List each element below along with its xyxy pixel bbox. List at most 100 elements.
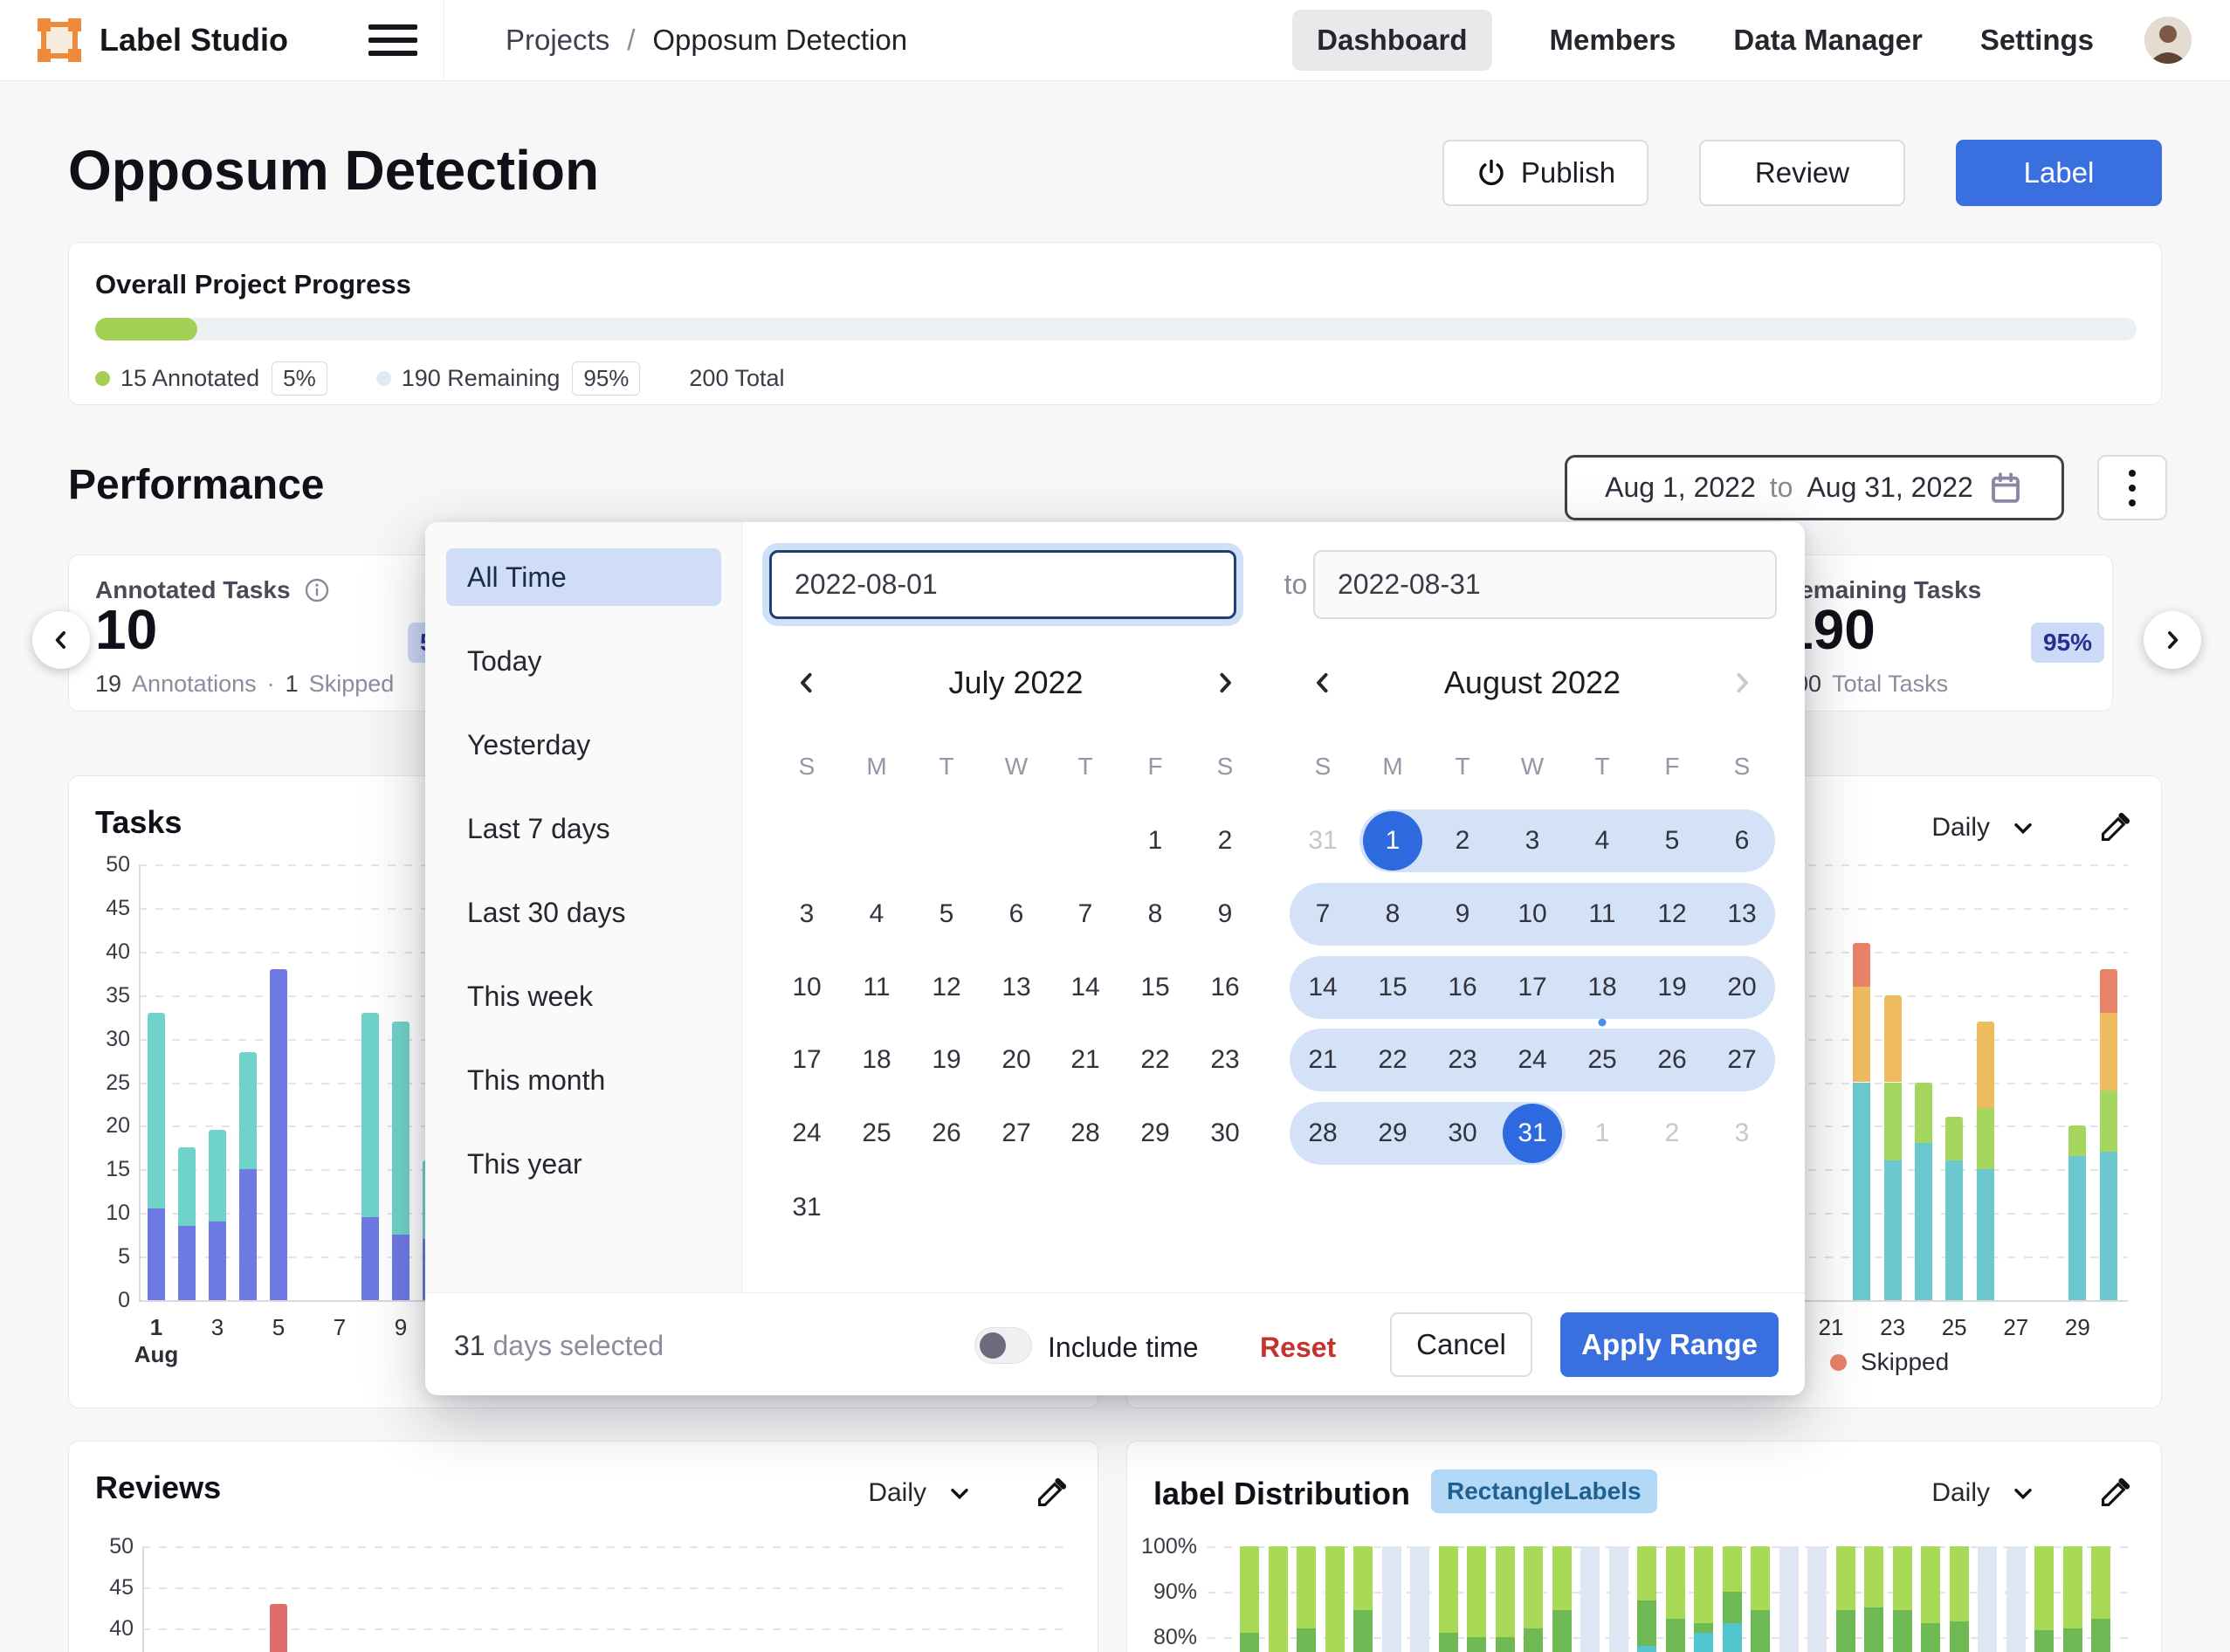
calendar-day-16[interactable]: 16 — [1190, 953, 1260, 1022]
carousel-next-button[interactable] — [2144, 611, 2201, 669]
calendar-day-27[interactable]: 27 — [981, 1098, 1051, 1168]
cancel-button[interactable]: Cancel — [1390, 1312, 1532, 1377]
calendar-day-22[interactable]: 22 — [1120, 1025, 1190, 1095]
calendar-day-12[interactable]: 12 — [1637, 879, 1707, 949]
calendar-day-3[interactable]: 3 — [1497, 806, 1567, 876]
calendar-day-28[interactable]: 28 — [1050, 1098, 1120, 1168]
calendar-day-2[interactable]: 2 — [1428, 806, 1497, 876]
nav-item-settings[interactable]: Settings — [1980, 24, 2094, 57]
calendar-day-2[interactable]: 2 — [1637, 1098, 1707, 1168]
calendar-day-2[interactable]: 2 — [1190, 806, 1260, 876]
calendar-day-23[interactable]: 23 — [1428, 1025, 1497, 1095]
calendar-day-30[interactable]: 30 — [1190, 1098, 1260, 1168]
calendar-day-28[interactable]: 28 — [1288, 1098, 1358, 1168]
calendar-day-25[interactable]: 25 — [842, 1098, 912, 1168]
calendar-day-15[interactable]: 15 — [1120, 953, 1190, 1022]
calendar-day-27[interactable]: 27 — [1707, 1025, 1777, 1095]
calendar-day-26[interactable]: 26 — [912, 1098, 981, 1168]
nav-item-data-manager[interactable]: Data Manager — [1733, 24, 1922, 57]
calendar-day-4[interactable]: 4 — [842, 879, 912, 949]
calendar-day-7[interactable]: 7 — [1050, 879, 1120, 949]
calendar-day-20[interactable]: 20 — [1707, 953, 1777, 1022]
calendar-day-1[interactable]: 1 — [1363, 811, 1422, 871]
calendar-day-9[interactable]: 9 — [1190, 879, 1260, 949]
preset-yesterday[interactable]: Yesterday — [446, 716, 721, 774]
calendar-day-21[interactable]: 21 — [1050, 1025, 1120, 1095]
performance-menu-button[interactable] — [2097, 455, 2167, 520]
calendar-day-5[interactable]: 5 — [1637, 806, 1707, 876]
preset-last-30-days[interactable]: Last 30 days — [446, 884, 721, 941]
calendar-day-1[interactable]: 1 — [1567, 1098, 1637, 1168]
calendar-day-14[interactable]: 14 — [1050, 953, 1120, 1022]
calendar-day-11[interactable]: 11 — [1567, 879, 1637, 949]
start-date-input[interactable]: 2022-08-01 — [769, 550, 1236, 619]
calendar-day-11[interactable]: 11 — [842, 953, 912, 1022]
include-time-toggle[interactable] — [974, 1327, 1032, 1364]
calendar-day-26[interactable]: 26 — [1637, 1025, 1707, 1095]
review-button[interactable]: Review — [1699, 140, 1905, 206]
calendar-day-3[interactable]: 3 — [772, 879, 842, 949]
calendar-day-18[interactable]: 18 — [842, 1025, 912, 1095]
calendar-day-17[interactable]: 17 — [1497, 953, 1567, 1022]
publish-button[interactable]: Publish — [1442, 140, 1648, 206]
calendar-day-4[interactable]: 4 — [1567, 806, 1637, 876]
calendar-day-1[interactable]: 1 — [1120, 806, 1190, 876]
calendar-day-13[interactable]: 13 — [1707, 879, 1777, 949]
calendar-day-16[interactable]: 16 — [1428, 953, 1497, 1022]
calendar-day-10[interactable]: 10 — [1497, 879, 1567, 949]
calendar-day-20[interactable]: 20 — [981, 1025, 1051, 1095]
calendar-day-24[interactable]: 24 — [1497, 1025, 1567, 1095]
calendar-day-9[interactable]: 9 — [1428, 879, 1497, 949]
end-date-input[interactable]: 2022-08-31 — [1313, 550, 1777, 619]
calendar-day-3[interactable]: 3 — [1707, 1098, 1777, 1168]
calendar-day-31[interactable]: 31 — [1503, 1104, 1562, 1163]
date-range-control[interactable]: Aug 1, 2022 to Aug 31, 2022 — [1565, 455, 2064, 520]
label-button[interactable]: Label — [1956, 140, 2162, 206]
calendar-day-6[interactable]: 6 — [981, 879, 1051, 949]
preset-all-time[interactable]: All Time — [446, 548, 721, 606]
calendar-day-21[interactable]: 21 — [1288, 1025, 1358, 1095]
calendar-day-14[interactable]: 14 — [1288, 953, 1358, 1022]
calendar-day-15[interactable]: 15 — [1358, 953, 1428, 1022]
calendar-day-19[interactable]: 19 — [1637, 953, 1707, 1022]
info-icon[interactable] — [303, 576, 331, 604]
calendar-day-12[interactable]: 12 — [912, 953, 981, 1022]
right-month-next-button[interactable] — [1723, 664, 1761, 702]
calendar-day-31[interactable]: 31 — [772, 1173, 842, 1242]
calendar-day-5[interactable]: 5 — [912, 879, 981, 949]
calendar-day-30[interactable]: 30 — [1428, 1098, 1497, 1168]
carousel-prev-button[interactable] — [32, 611, 90, 669]
calendar-day-29[interactable]: 29 — [1120, 1098, 1190, 1168]
calendar-day-22[interactable]: 22 — [1358, 1025, 1428, 1095]
calendar-day-23[interactable]: 23 — [1190, 1025, 1260, 1095]
calendar-day-19[interactable]: 19 — [912, 1025, 981, 1095]
brand[interactable]: Label Studio — [37, 17, 288, 63]
calendar-day-25[interactable]: 25 — [1567, 1025, 1637, 1095]
preset-last-7-days[interactable]: Last 7 days — [446, 800, 721, 857]
user-avatar[interactable] — [2144, 17, 2192, 64]
calendar-day-31[interactable]: 31 — [1288, 806, 1358, 876]
calendar-day-8[interactable]: 8 — [1120, 879, 1190, 949]
nav-item-dashboard[interactable]: Dashboard — [1292, 10, 1491, 71]
nav-item-members[interactable]: Members — [1550, 24, 1676, 57]
preset-this-month[interactable]: This month — [446, 1051, 721, 1109]
hamburger-menu-icon[interactable] — [368, 23, 417, 58]
calendar-day-8[interactable]: 8 — [1358, 879, 1428, 949]
preset-this-year[interactable]: This year — [446, 1135, 721, 1193]
preset-today[interactable]: Today — [446, 632, 721, 690]
calendar-day-10[interactable]: 10 — [772, 953, 842, 1022]
calendar-day-7[interactable]: 7 — [1288, 879, 1358, 949]
right-month-prev-button[interactable] — [1304, 664, 1342, 702]
calendar-day-18[interactable]: 18 — [1567, 953, 1637, 1022]
left-month-prev-button[interactable] — [788, 664, 826, 702]
calendar-day-13[interactable]: 13 — [981, 953, 1051, 1022]
calendar-day-24[interactable]: 24 — [772, 1098, 842, 1168]
calendar-day-6[interactable]: 6 — [1707, 806, 1777, 876]
preset-this-week[interactable]: This week — [446, 967, 721, 1025]
breadcrumb-projects[interactable]: Projects — [506, 24, 609, 57]
calendar-day-29[interactable]: 29 — [1358, 1098, 1428, 1168]
apply-range-button[interactable]: Apply Range — [1560, 1312, 1779, 1377]
calendar-day-17[interactable]: 17 — [772, 1025, 842, 1095]
left-month-next-button[interactable] — [1206, 664, 1244, 702]
reset-button[interactable]: Reset — [1260, 1332, 1336, 1364]
